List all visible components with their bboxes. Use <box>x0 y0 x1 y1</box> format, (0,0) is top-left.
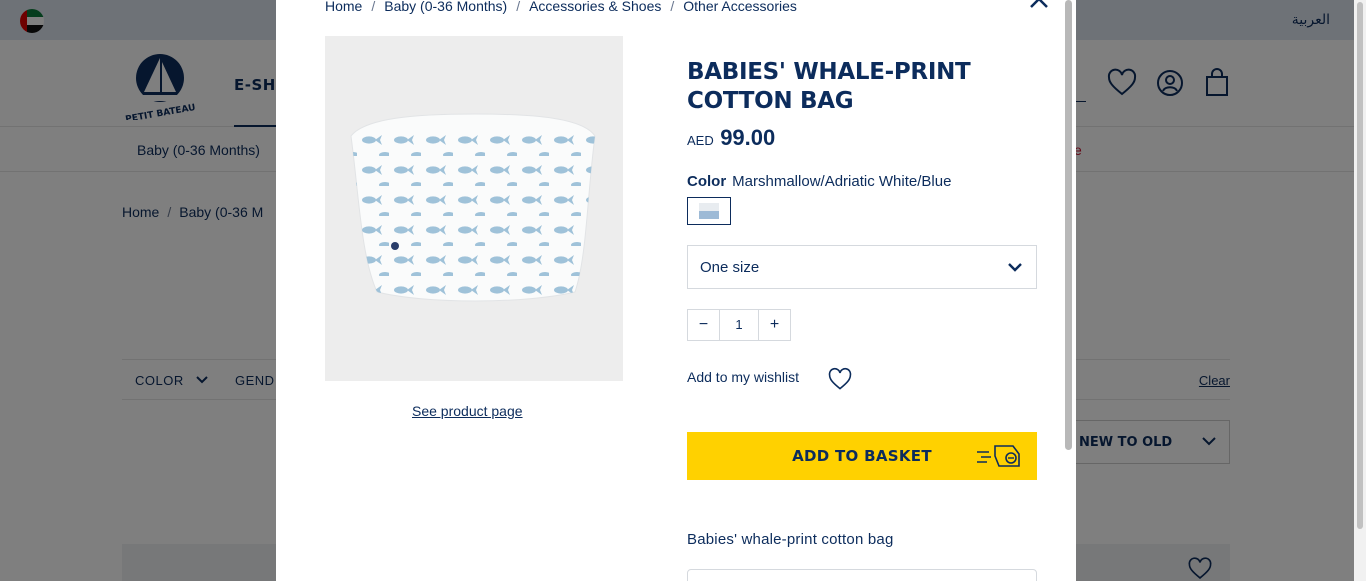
add-to-basket-button[interactable]: ADD TO BASKET <box>687 432 1037 480</box>
breadcrumb-other[interactable]: Other Accessories <box>683 0 797 14</box>
color-label: Color <box>687 173 727 190</box>
add-to-wishlist[interactable]: Add to my wishlist <box>687 367 852 390</box>
quantity-value[interactable]: 1 <box>720 310 758 340</box>
quantity-increase-button[interactable]: + <box>758 310 790 340</box>
quantity-decrease-button[interactable]: − <box>688 310 720 340</box>
breadcrumb-accessories[interactable]: Accessories & Shoes <box>529 0 661 14</box>
product-description: Babies' whale-print cotton bag <box>687 531 894 548</box>
price-currency: AED <box>687 133 714 148</box>
wishlist-label: Add to my wishlist <box>687 369 800 385</box>
page-scrollbar[interactable] <box>1354 0 1366 581</box>
color-swatch[interactable] <box>687 197 731 225</box>
see-product-page-link[interactable]: See product page <box>412 403 523 419</box>
size-value: One size <box>700 259 760 276</box>
whale-bag-illustration <box>350 113 596 302</box>
chevron-down-icon <box>1008 263 1022 272</box>
color-row: Color Marshmallow/Adriatic White/Blue <box>687 173 951 190</box>
heart-icon <box>828 367 852 390</box>
close-icon[interactable] <box>1028 0 1050 10</box>
color-value: Marshmallow/Adriatic White/Blue <box>732 173 952 190</box>
product-price: AED 99.00 <box>687 125 775 151</box>
basket-hand-icon <box>977 445 1020 467</box>
quantity-stepper: − 1 + <box>687 309 791 341</box>
product-image[interactable] <box>325 36 623 381</box>
product-title: BABIES' WHALE-PRINT COTTON BAG <box>687 59 971 114</box>
breadcrumb-baby[interactable]: Baby (0-36 Months) <box>384 0 507 14</box>
modal-scrollbar[interactable] <box>1065 0 1072 450</box>
quick-view-modal: Home / Baby (0-36 Months) / Accessories & Sh… <box>276 0 1076 581</box>
price-amount: 99.00 <box>720 125 776 150</box>
size-select[interactable]: One size <box>687 245 1037 289</box>
description-panel[interactable] <box>687 569 1037 581</box>
modal-breadcrumb: Home / Baby (0-36 Months) / Accessories & Sh… <box>325 0 797 14</box>
breadcrumb-home[interactable]: Home <box>325 0 362 14</box>
